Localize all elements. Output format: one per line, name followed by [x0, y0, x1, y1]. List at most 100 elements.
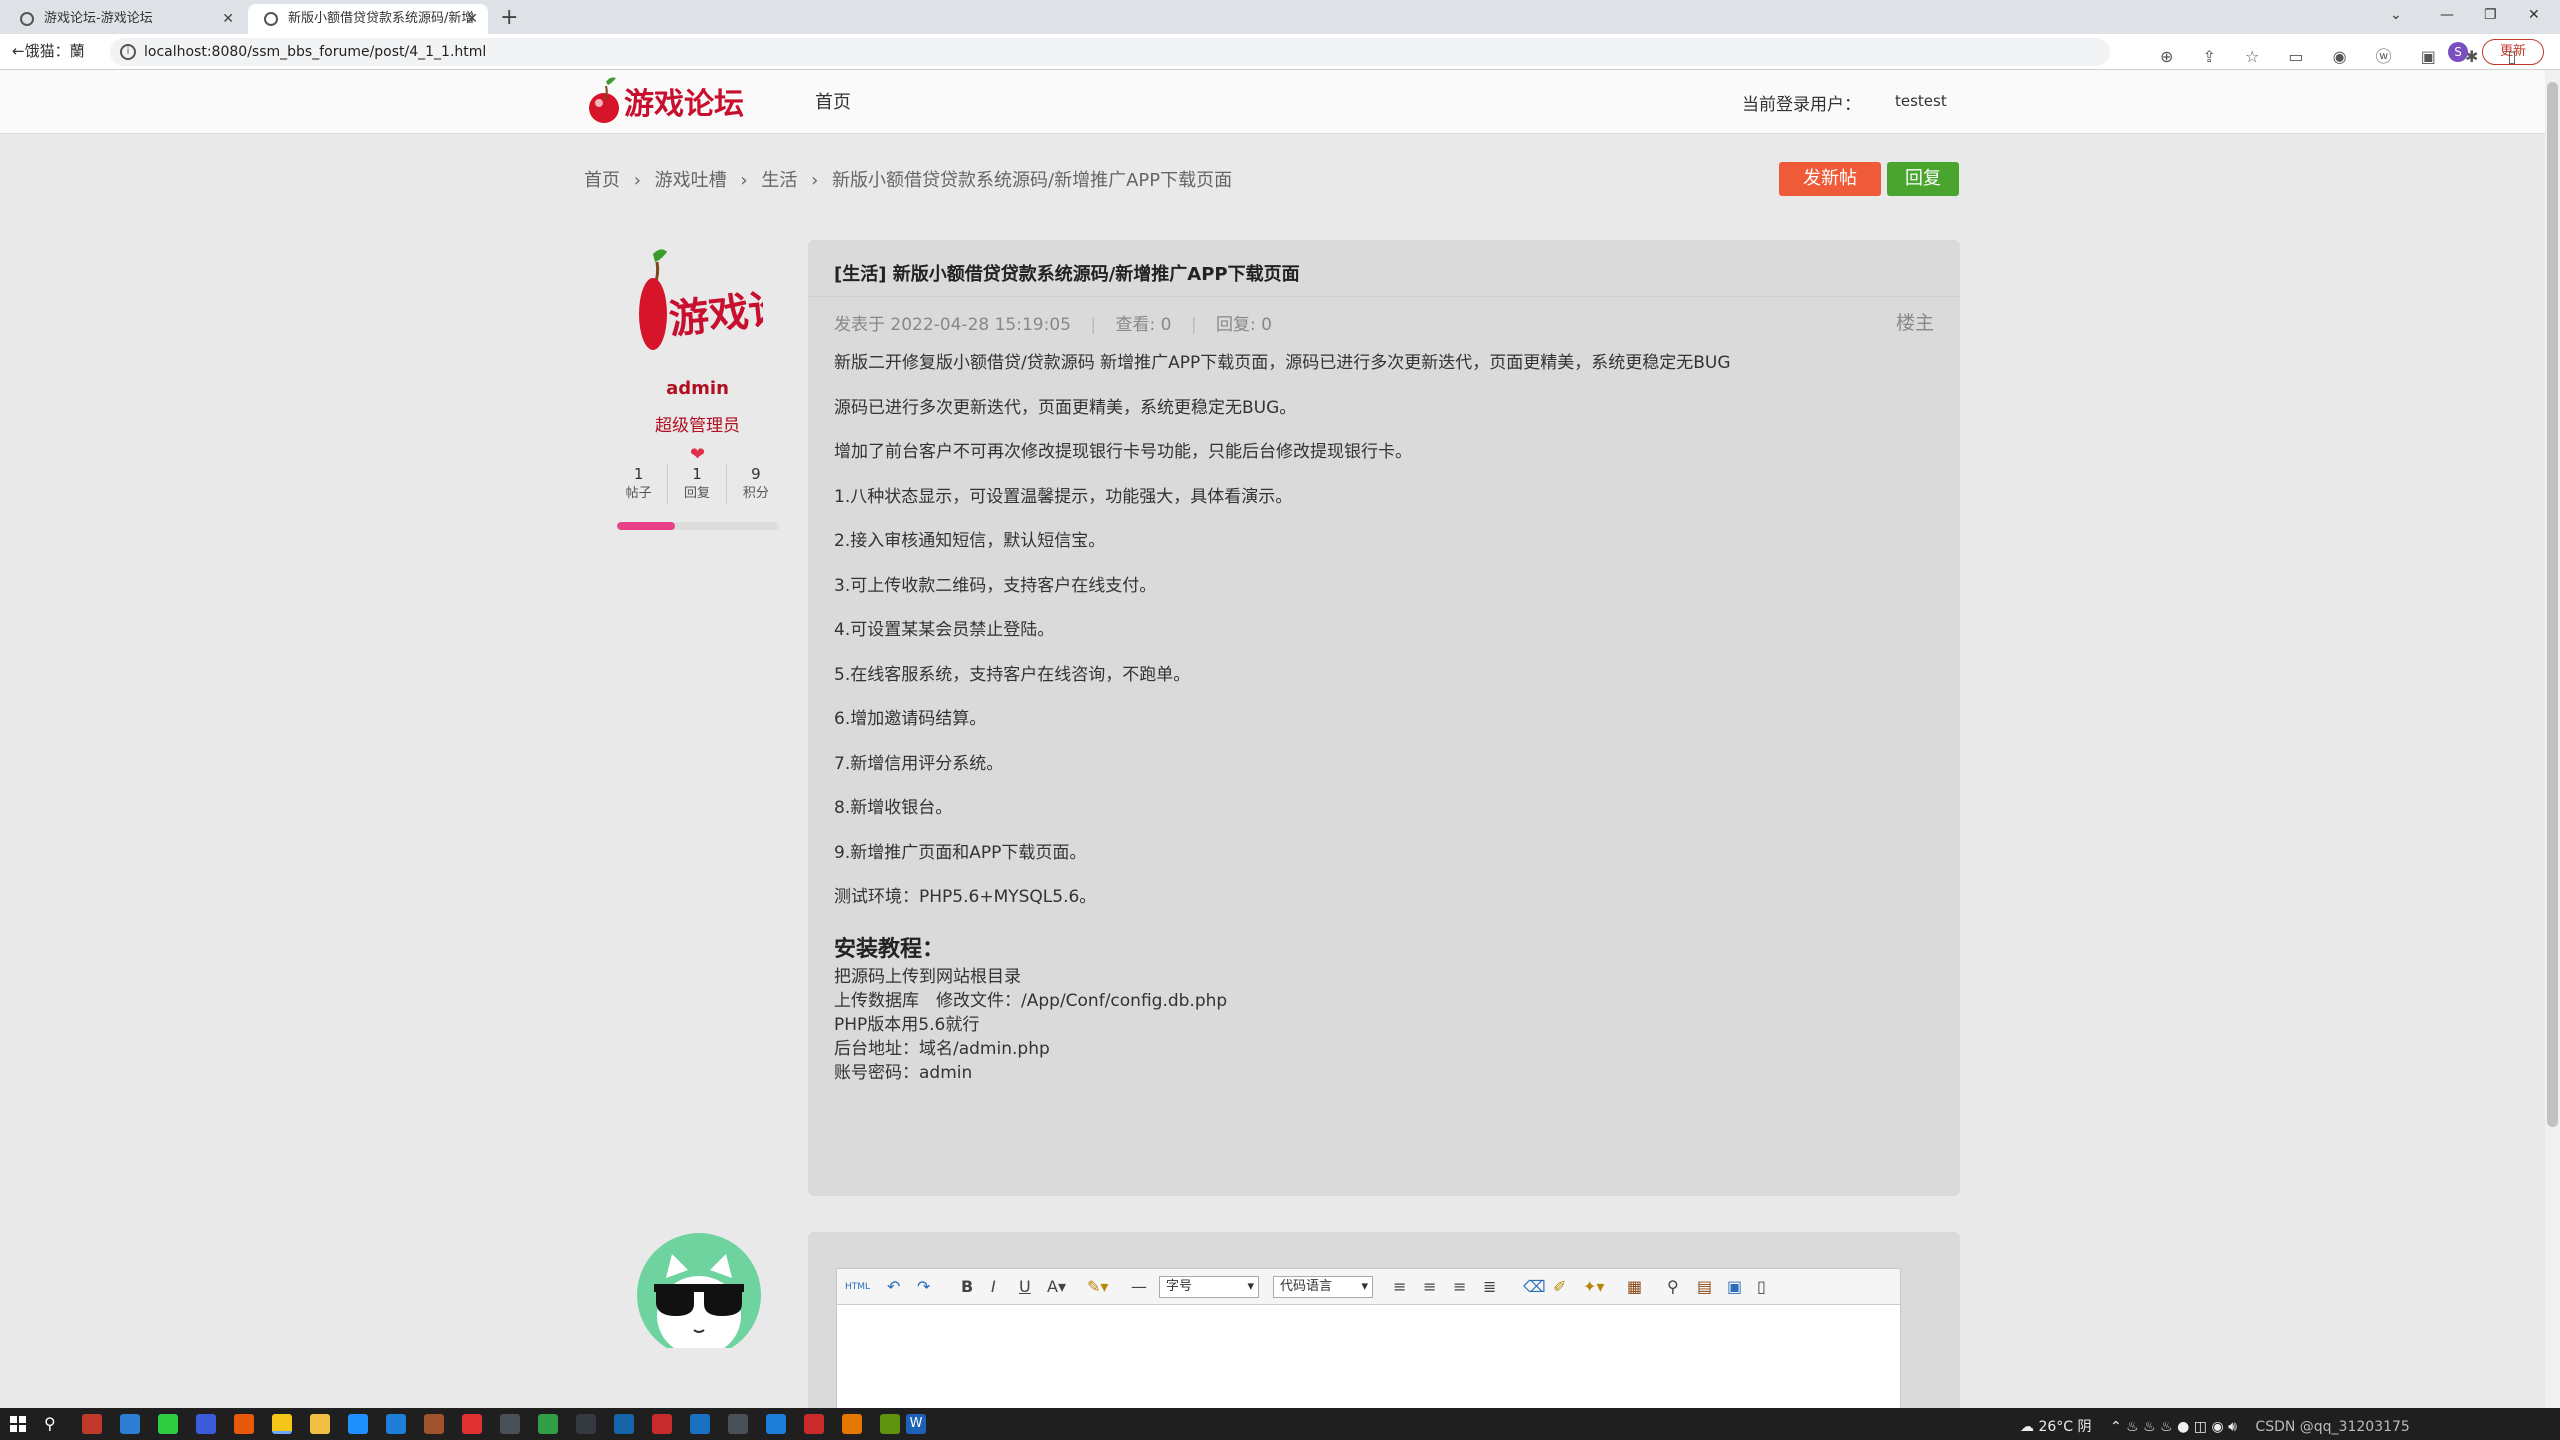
tray-icons[interactable]: ⌃ ♨ ♨ ♨ ● ◫ ◉ 🔊︎ — [2110, 1419, 2237, 1435]
search-icon[interactable]: ⚲ — [44, 1414, 64, 1434]
author-stats: 1 帖子 1 回复 9 积分 — [610, 464, 785, 504]
restore-icon[interactable]: ❐ — [2484, 0, 2497, 30]
site-logo[interactable]: 游戏论坛 — [588, 74, 768, 128]
author-name[interactable]: admin — [610, 378, 785, 399]
word-icon[interactable]: W — [906, 1414, 926, 1434]
app-icon[interactable] — [386, 1414, 406, 1434]
app-icon[interactable] — [120, 1414, 140, 1434]
profile-avatar[interactable]: S — [2448, 42, 2468, 62]
breadcrumb-board[interactable]: 游戏吐槽 — [655, 170, 727, 191]
eraser-icon[interactable]: ⌫ — [1523, 1277, 1546, 1297]
app-icon[interactable] — [196, 1414, 216, 1434]
align-center-icon[interactable]: ≡ — [1423, 1277, 1436, 1297]
highlight-icon[interactable]: ✎▾ — [1087, 1277, 1108, 1297]
windows-taskbar: ⚲ W ☁ 26°C 阴 ⌃ ♨ ♨ ♨ ● ◫ ◉ 🔊︎ CSDN @qq_3… — [0, 1408, 2560, 1440]
reply-button[interactable]: 回复 — [1887, 162, 1959, 196]
windows-start-icon[interactable] — [10, 1416, 26, 1432]
app-icon[interactable] — [500, 1414, 520, 1434]
toolbar-icons[interactable]: ⊕ ⇪ ☆ ▭ ◉ ⓦ ▣ ✱ ▯ — [2160, 43, 2528, 67]
author-role: 超级管理员 — [655, 416, 740, 436]
app-icon[interactable] — [880, 1414, 900, 1434]
app-icon[interactable] — [728, 1414, 748, 1434]
align-left-icon[interactable]: ≡ — [1393, 1277, 1406, 1297]
close-tab-icon[interactable]: ✕ — [222, 4, 234, 34]
close-tab-icon[interactable]: ✕ — [466, 4, 478, 34]
app-icon[interactable] — [234, 1414, 254, 1434]
address-bar-row: ←饿猫：蘭 i localhost:8080/ssm_bbs_forume/po… — [0, 34, 2560, 70]
italic-icon[interactable]: I — [991, 1277, 996, 1297]
url-text[interactable]: localhost:8080/ssm_bbs_forume/post/4_1_1… — [144, 38, 486, 66]
justify-icon[interactable]: ≣ — [1483, 1277, 1496, 1297]
wechat-icon[interactable] — [158, 1414, 178, 1434]
horizontal-rule-icon[interactable]: — — [1131, 1277, 1147, 1297]
svg-text:游戏论坛: 游戏论坛 — [666, 280, 762, 343]
breadcrumb-sep: › — [740, 170, 748, 191]
post-paragraph: 7.新增信用评分系统。 — [834, 753, 1004, 774]
omnibox[interactable]: i localhost:8080/ssm_bbs_forume/post/4_1… — [110, 38, 2110, 66]
breadcrumb-category[interactable]: 生活 — [761, 170, 797, 191]
underline-icon[interactable]: U — [1019, 1277, 1031, 1297]
info-icon[interactable]: i — [120, 44, 136, 60]
code-language-select[interactable]: 代码语言 ▾ — [1273, 1276, 1373, 1298]
undo-icon[interactable]: ↶ — [887, 1277, 900, 1297]
install-heading: 安装教程： — [834, 936, 945, 962]
current-username[interactable]: testest — [1895, 92, 1947, 110]
find-icon[interactable]: ⚲ — [1667, 1277, 1679, 1297]
weather-icon[interactable]: ☁ — [2020, 1419, 2034, 1435]
app-icon[interactable] — [804, 1414, 824, 1434]
redo-icon[interactable]: ↷ — [917, 1277, 930, 1297]
update-button[interactable]: 更新 — [2482, 39, 2544, 65]
weather-text[interactable]: 26°C 阴 — [2038, 1419, 2091, 1435]
stat-posts: 1 帖子 — [610, 464, 669, 504]
post-paragraph: 1.八种状态显示，可设置温馨提示，功能强大，具体看演示。 — [834, 486, 1293, 507]
close-window-icon[interactable]: ✕ — [2528, 0, 2540, 30]
post-date: 发表于 2022-04-28 15:19:05 — [834, 315, 1071, 335]
html-source-icon[interactable]: HTML — [845, 1277, 870, 1297]
breadcrumb-home[interactable]: 首页 — [584, 170, 620, 191]
app-icon[interactable] — [576, 1414, 596, 1434]
tab-search-icon[interactable]: ⌄ — [2390, 0, 2402, 30]
divider — [808, 296, 1960, 297]
stat-points: 9 积分 — [742, 465, 769, 501]
app-icon[interactable] — [348, 1414, 368, 1434]
browser-tab[interactable]: 游戏论坛-游戏论坛 ✕ — [4, 4, 244, 34]
magic-icon[interactable]: ✦▾ — [1583, 1277, 1604, 1297]
app-icon[interactable] — [652, 1414, 672, 1434]
app-icon[interactable] — [82, 1414, 102, 1434]
browser-tab-bar: 游戏论坛-游戏论坛 ✕ 新版小额借贷贷款系统源码/新增 ✕ + ⌄ — ❐ ✕ — [0, 0, 2560, 34]
stat-replies: 1 回复 — [668, 464, 727, 504]
font-color-icon[interactable]: A▾ — [1047, 1277, 1066, 1297]
reply-editor[interactable]: HTML ↶ ↷ B I U A▾ ✎▾ — 字号 ▾ 代码语言 ▾ ≡ ≡ ≡ ≣… — [836, 1268, 1901, 1418]
post-paragraph: 4.可设置某某会员禁止登陆。 — [834, 620, 1055, 640]
app-icon[interactable] — [538, 1414, 558, 1434]
current-user-avatar[interactable] — [636, 1232, 762, 1348]
back-button[interactable]: ←饿猫：蘭 — [12, 40, 85, 61]
file-explorer-icon[interactable] — [310, 1414, 330, 1434]
table-icon[interactable]: ▦ — [1627, 1277, 1642, 1297]
bold-icon[interactable]: B — [961, 1277, 973, 1297]
app-icon[interactable] — [690, 1414, 710, 1434]
chrome-icon[interactable] — [272, 1414, 292, 1434]
author-avatar[interactable]: 游戏论坛 — [633, 248, 830, 356]
page-icon[interactable]: ▯ — [1757, 1277, 1766, 1297]
app-icon[interactable] — [614, 1414, 634, 1434]
minimize-icon[interactable]: — — [2440, 0, 2454, 30]
tab-label: 游戏论坛-游戏论坛 — [44, 11, 153, 26]
app-icon[interactable] — [766, 1414, 786, 1434]
app-icon[interactable] — [462, 1414, 482, 1434]
breadcrumb-sep: › — [633, 170, 641, 191]
meta-divider: | — [1190, 315, 1197, 335]
app-icon[interactable] — [424, 1414, 444, 1434]
paste-icon[interactable]: ▤ — [1697, 1277, 1712, 1297]
browser-tab-active[interactable]: 新版小额借贷贷款系统源码/新增 ✕ — [248, 4, 488, 34]
text-box-icon[interactable]: ▣ — [1727, 1277, 1742, 1297]
new-post-button[interactable]: 发新帖 — [1779, 162, 1881, 196]
breadcrumb: 首页 › 游戏吐槽 › 生活 › 新版小额借贷贷款系统源码/新增推广APP下载页… — [584, 166, 1232, 192]
new-tab-icon[interactable]: + — [500, 4, 518, 32]
nav-home-link[interactable]: 首页 — [815, 88, 851, 114]
app-icon[interactable] — [842, 1414, 862, 1434]
format-brush-icon[interactable]: ✐ — [1553, 1277, 1566, 1297]
font-size-select[interactable]: 字号 ▾ — [1159, 1276, 1259, 1298]
scrollbar-thumb[interactable] — [2547, 82, 2558, 1127]
align-right-icon[interactable]: ≡ — [1453, 1277, 1466, 1297]
